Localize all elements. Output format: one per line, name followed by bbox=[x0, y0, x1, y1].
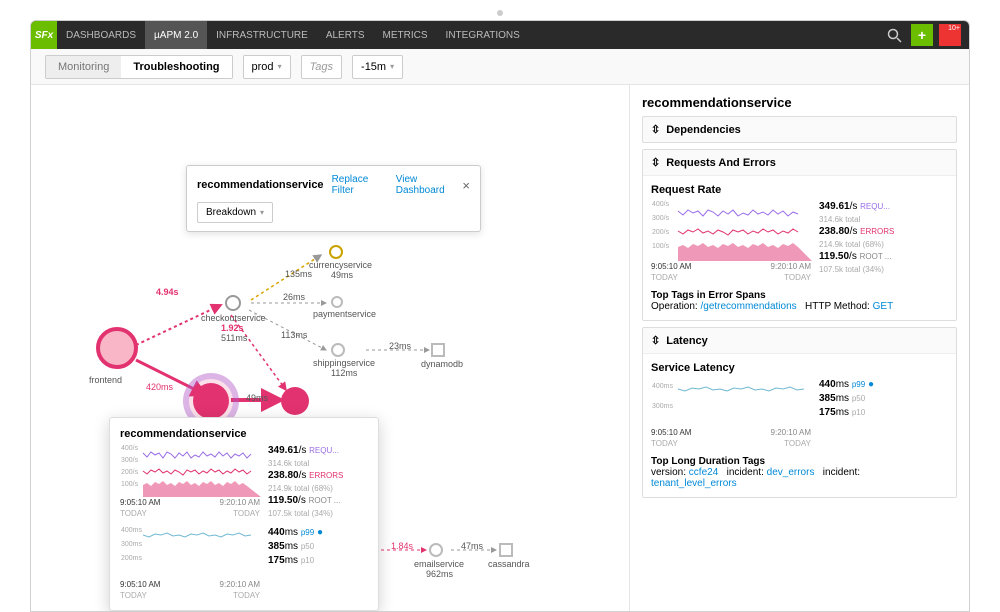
label-email: emailservice bbox=[414, 559, 464, 569]
acc-dependencies[interactable]: ⇳Dependencies bbox=[642, 116, 957, 143]
time-filter[interactable]: -15m▾ bbox=[352, 55, 403, 79]
label-shipping: shippingservice bbox=[313, 358, 375, 368]
nav-bar: DASHBOARDS µAPM 2.0 INFRASTRUCTURE ALERT… bbox=[57, 21, 529, 49]
label-cassandra: cassandra bbox=[488, 559, 530, 569]
detail-panel: recommendationservice ⇳Dependencies ⇳Req… bbox=[629, 85, 969, 611]
version-link[interactable]: ccfe24 bbox=[689, 467, 718, 478]
node-payment[interactable] bbox=[331, 296, 343, 308]
incident-link[interactable]: tenant_level_errors bbox=[651, 478, 737, 489]
edge-lat: 49ms bbox=[246, 393, 268, 403]
edge-lat: 47ms bbox=[461, 541, 483, 551]
service-map[interactable]: recommendationservice Replace Filter Vie… bbox=[31, 85, 629, 611]
node-recommendation[interactable] bbox=[193, 383, 229, 419]
edge-lat: 112ms bbox=[331, 368, 357, 378]
edge-lat: 49ms bbox=[331, 270, 353, 280]
close-icon[interactable]: × bbox=[462, 178, 470, 193]
label-checkout: checkoutservice bbox=[201, 313, 266, 323]
edge-lat: 1.92s bbox=[221, 323, 244, 333]
label-frontend: frontend bbox=[89, 375, 122, 385]
app-header: SFx DASHBOARDS µAPM 2.0 INFRASTRUCTURE A… bbox=[31, 21, 969, 49]
nav-dashboards[interactable]: DASHBOARDS bbox=[57, 21, 145, 49]
nav-infrastructure[interactable]: INFRASTRUCTURE bbox=[207, 21, 317, 49]
view-dashboard-link[interactable]: View Dashboard bbox=[396, 174, 463, 196]
node-dynamodb[interactable] bbox=[431, 343, 445, 357]
chart-time-axis: 9:05:10 AM9:20:10 AM bbox=[120, 498, 260, 507]
notif-badge: 10+ bbox=[948, 25, 960, 32]
tags-filter[interactable]: Tags bbox=[301, 55, 342, 79]
node-card-title: recommendationservice bbox=[197, 179, 324, 191]
env-filter[interactable]: prod▾ bbox=[243, 55, 291, 79]
node-cassandra[interactable] bbox=[499, 543, 513, 557]
node-email[interactable] bbox=[429, 543, 443, 557]
node-shipping[interactable] bbox=[331, 343, 345, 357]
search-icon[interactable] bbox=[883, 24, 905, 46]
node-currency[interactable] bbox=[329, 245, 343, 259]
edge-lat: 1.84s bbox=[391, 541, 413, 551]
tab-monitoring[interactable]: Monitoring bbox=[46, 56, 121, 78]
breakdown-dropdown[interactable]: Breakdown▾ bbox=[197, 202, 273, 223]
replace-filter-link[interactable]: Replace Filter bbox=[332, 174, 388, 196]
label-dynamodb: dynamodb bbox=[421, 359, 463, 369]
nav-integrations[interactable]: INTEGRATIONS bbox=[437, 21, 529, 49]
node-frontend[interactable] bbox=[96, 327, 138, 369]
top-duration-tags: Top Long Duration Tags version: ccfe24 i… bbox=[651, 456, 948, 489]
edge-lat: 26ms bbox=[283, 292, 305, 302]
tab-troubleshooting[interactable]: Troubleshooting bbox=[121, 56, 231, 78]
mode-segment: Monitoring Troubleshooting bbox=[45, 55, 233, 79]
hover-title: recommendationservice bbox=[120, 428, 368, 440]
edge-lat: 420ms bbox=[146, 382, 173, 392]
chevron-down-icon: ▾ bbox=[260, 208, 264, 217]
label-currency: currencyservice bbox=[309, 260, 372, 270]
nav-alerts[interactable]: ALERTS bbox=[317, 21, 374, 49]
request-rate-sparkline: 400/s 300/s 200/s 100/s bbox=[120, 444, 260, 496]
expand-icon: ⇳ bbox=[651, 156, 660, 169]
acc-latency: ⇳Latency Service Latency 400ms 300ms 9:0… bbox=[642, 327, 957, 498]
panel-title: recommendationservice bbox=[642, 95, 957, 110]
label-payment: paymentservice bbox=[313, 309, 376, 319]
edge-lat: 962ms bbox=[426, 569, 453, 579]
toolbar: Monitoring Troubleshooting prod▾ Tags -1… bbox=[31, 49, 969, 85]
acc-requests-errors: ⇳Requests And Errors Request Rate 400/s … bbox=[642, 149, 957, 321]
service-latency-title: Service Latency bbox=[651, 362, 948, 374]
chevron-down-icon: ▾ bbox=[278, 62, 282, 71]
logo[interactable]: SFx bbox=[31, 21, 57, 49]
expand-icon: ⇳ bbox=[651, 123, 660, 136]
latency-sparkline: 400ms 300ms 200ms bbox=[120, 526, 260, 578]
node-checkout[interactable] bbox=[225, 295, 241, 311]
node-recommendation-b[interactable] bbox=[281, 387, 309, 415]
service-hover-card: recommendationservice 400/s 300/s 200/s … bbox=[109, 417, 379, 611]
edge-lat: 511ms bbox=[221, 333, 247, 343]
panel-request-chart: 400/s 300/s 200/s 100/s bbox=[651, 200, 811, 260]
request-rate-title: Request Rate bbox=[651, 184, 948, 196]
notification-icon[interactable]: 10+ bbox=[939, 24, 961, 46]
edge-lat: 4.94s bbox=[156, 287, 179, 297]
add-button[interactable]: + bbox=[911, 24, 933, 46]
expand-icon: ⇳ bbox=[651, 334, 660, 347]
edge-lat: 113ms bbox=[281, 330, 307, 340]
edge-lat: 135ms bbox=[285, 269, 312, 279]
panel-latency-chart: 400ms 300ms bbox=[651, 378, 811, 426]
edge-lat: 23ms bbox=[389, 341, 411, 351]
top-error-tags: Top Tags in Error Spans Operation: /getr… bbox=[651, 290, 948, 312]
nav-metrics[interactable]: METRICS bbox=[374, 21, 437, 49]
node-filter-card: recommendationservice Replace Filter Vie… bbox=[186, 165, 481, 232]
operation-link[interactable]: /getrecommendations bbox=[700, 301, 796, 312]
chevron-down-icon: ▾ bbox=[390, 62, 394, 71]
incident-link[interactable]: dev_errors bbox=[767, 467, 815, 478]
nav-uapm[interactable]: µAPM 2.0 bbox=[145, 21, 207, 49]
method-link[interactable]: GET bbox=[873, 301, 894, 312]
